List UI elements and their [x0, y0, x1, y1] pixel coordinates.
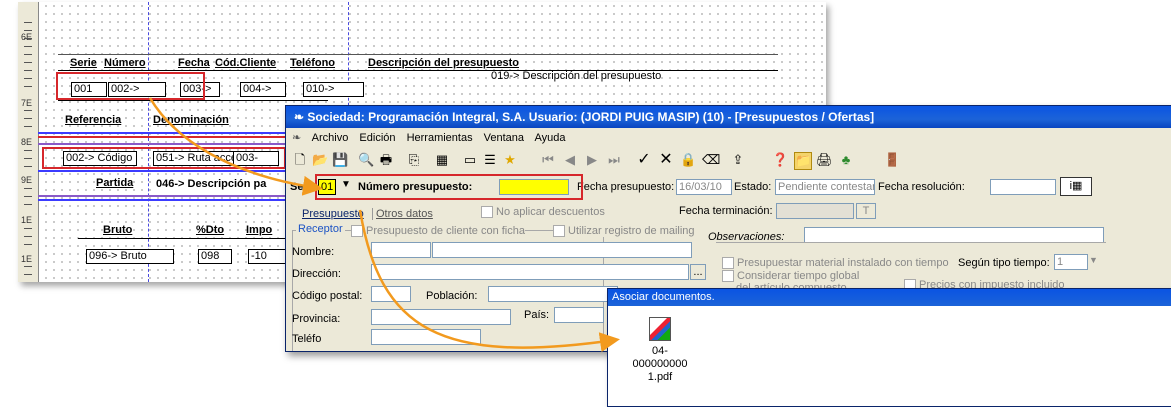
arrow-serie-to-form	[148, 97, 323, 196]
callout-arrows	[148, 97, 620, 353]
arrow-to-pdf	[358, 209, 620, 353]
